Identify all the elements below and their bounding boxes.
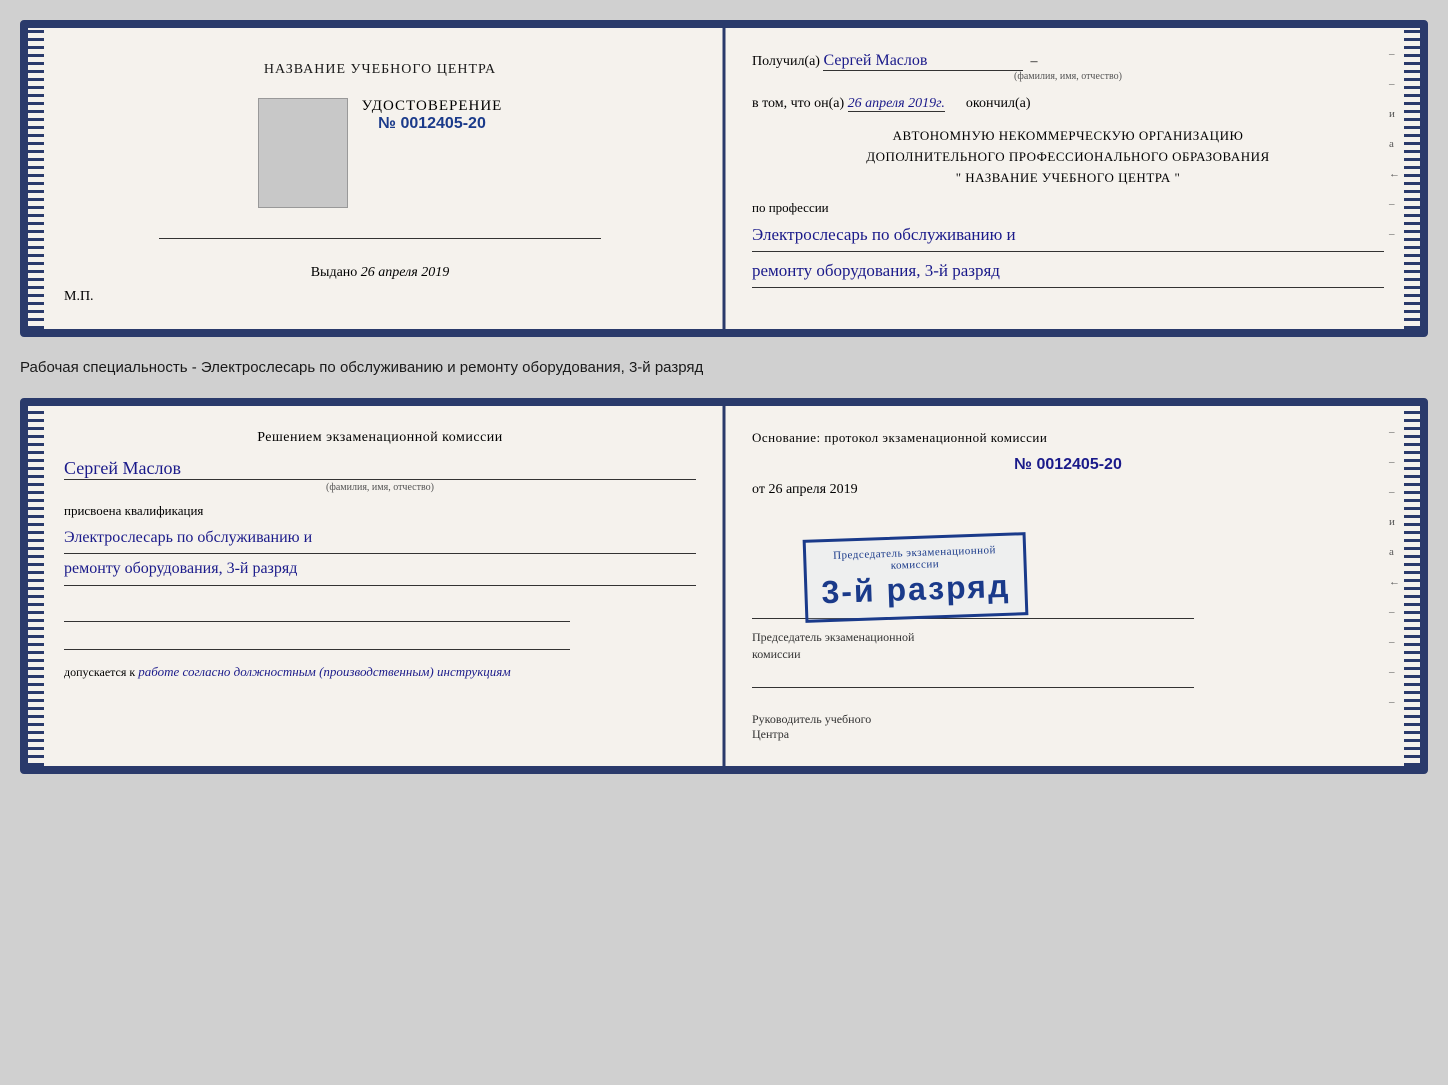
qualification-label: присвоена квалификация: [64, 503, 696, 519]
date-prefix: в том, что он(а): [752, 96, 844, 111]
issued-line: Выдано 26 апреля 2019: [311, 265, 450, 281]
protocol-date: от 26 апреля 2019: [752, 482, 1384, 498]
right-margin-labels-bottom: – – – и а ← – – – –: [1389, 426, 1400, 708]
cert-label: УДОСТОВЕРЕНИЕ: [362, 98, 503, 115]
date-prefix-bottom: от: [752, 482, 765, 497]
chairman-section: Председатель экзаменационной комиссии: [752, 618, 1384, 663]
margin-b-8: –: [1389, 636, 1400, 648]
basis-label: Основание: протокол экзаменационной коми…: [752, 430, 1384, 446]
org-line2: ДОПОЛНИТЕЛЬНОГО ПРОФЕССИОНАЛЬНОГО ОБРАЗО…: [866, 149, 1269, 164]
head-divider: [752, 687, 1194, 688]
certificate-section: УДОСТОВЕРЕНИЕ № 0012405-20: [258, 98, 503, 208]
protocol-number: № 0012405-20: [752, 456, 1384, 474]
head-label-2: Центра: [752, 727, 789, 741]
profession-line1: Электрослесарь по обслуживанию и: [752, 220, 1384, 252]
date-value-bottom: 26 апреля 2019: [768, 482, 857, 497]
margin-b-7: –: [1389, 606, 1400, 618]
admission-prefix: допускается к: [64, 665, 135, 679]
photo-placeholder: [258, 98, 348, 208]
top-center-title: НАЗВАНИЕ УЧЕБНОГО ЦЕНТРА: [264, 62, 496, 78]
bottom-right-panel: Основание: протокол экзаменационной коми…: [724, 406, 1420, 766]
sig-line-1: [64, 600, 570, 622]
between-label: Рабочая специальность - Электрослесарь п…: [20, 355, 1428, 380]
date-suffix: окончил(а): [966, 96, 1031, 111]
bottom-document: Решением экзаменационной комиссии Сергей…: [20, 398, 1428, 774]
profession-label: по профессии: [752, 200, 1384, 216]
org-line3: " НАЗВАНИЕ УЧЕБНОГО ЦЕНТРА ": [956, 170, 1181, 185]
stamp-box: Председатель экзаменационной комиссии 3-…: [803, 532, 1029, 623]
right-margin-labels: – – и а ← – –: [1389, 48, 1400, 240]
margin-char-3: и: [1389, 108, 1400, 120]
margin-b-6: ←: [1389, 576, 1400, 588]
chairman-label: Председатель экзаменационной комиссии: [752, 629, 1384, 663]
issued-prefix: Выдано: [311, 265, 358, 280]
profession-line2: ремонту оборудования, 3-й разряд: [752, 256, 1384, 288]
admission-text: работе согласно должностным (производств…: [138, 664, 510, 679]
stamp-line2-label: комиссии: [752, 647, 801, 661]
divider-line-1: [159, 238, 601, 239]
margin-b-1: –: [1389, 426, 1400, 438]
top-left-panel: НАЗВАНИЕ УЧЕБНОГО ЦЕНТРА УДОСТОВЕРЕНИЕ №…: [28, 28, 724, 329]
date-value: 26 апреля 2019г.: [848, 96, 945, 112]
date-line: в том, что он(а) 26 апреля 2019г. окончи…: [752, 96, 1384, 112]
number-value: 0012405-20: [1036, 456, 1121, 473]
cert-number: № 0012405-20: [378, 115, 486, 133]
cert-number-value: 0012405-20: [400, 115, 485, 132]
recipient-prefix: Получил(а): [752, 54, 820, 69]
qualification-line2: ремонту оборудования, 3-й разряд: [64, 554, 696, 585]
margin-char-1: –: [1389, 48, 1400, 60]
bottom-left-panel: Решением экзаменационной комиссии Сергей…: [28, 406, 724, 766]
person-name: Сергей Маслов: [64, 458, 696, 480]
top-document: НАЗВАНИЕ УЧЕБНОГО ЦЕНТРА УДОСТОВЕРЕНИЕ №…: [20, 20, 1428, 337]
sig-line-2: [64, 628, 570, 650]
cert-number-prefix: №: [378, 115, 396, 132]
org-line1: АВТОНОМНУЮ НЕКОММЕРЧЕСКУЮ ОРГАНИЗАЦИЮ: [893, 128, 1244, 143]
margin-b-10: –: [1389, 696, 1400, 708]
signature-lines: [64, 600, 696, 650]
margin-char-2: –: [1389, 78, 1400, 90]
mp-label: М.П.: [64, 289, 94, 305]
fio-subtitle-bottom: (фамилия, имя, отчество): [64, 482, 696, 493]
issued-date: 26 апреля 2019: [361, 265, 449, 280]
fio-subtitle-top: (фамилия, имя, отчество): [752, 71, 1384, 82]
top-right-panel: Получил(а) Сергей Маслов – (фамилия, имя…: [724, 28, 1420, 329]
certificate-info: УДОСТОВЕРЕНИЕ № 0012405-20: [362, 98, 503, 133]
qualification-line1: Электрослесарь по обслуживанию и: [64, 523, 696, 554]
stamp-line1-label: Председатель экзаменационной: [752, 630, 914, 644]
margin-b-2: –: [1389, 456, 1400, 468]
margin-b-4: и: [1389, 516, 1400, 528]
margin-char-5: ←: [1389, 168, 1400, 180]
page-wrapper: НАЗВАНИЕ УЧЕБНОГО ЦЕНТРА УДОСТОВЕРЕНИЕ №…: [20, 20, 1428, 774]
margin-char-4: а: [1389, 138, 1400, 150]
recipient-name: Сергей Маслов: [823, 52, 1023, 71]
admission-line: допускается к работе согласно должностны…: [64, 664, 696, 680]
number-prefix: №: [1014, 456, 1032, 473]
margin-char-7: –: [1389, 228, 1400, 240]
margin-b-5: а: [1389, 546, 1400, 558]
head-label-1: Руководитель учебного: [752, 712, 871, 726]
commission-title: Решением экзаменационной комиссии: [64, 430, 696, 446]
recipient-line: Получил(а) Сергей Маслов – (фамилия, имя…: [752, 52, 1384, 82]
margin-b-3: –: [1389, 486, 1400, 498]
head-label: Руководитель учебного Центра: [752, 712, 1384, 742]
head-section: Руководитель учебного Центра: [752, 687, 1384, 742]
margin-b-9: –: [1389, 666, 1400, 678]
org-block: АВТОНОМНУЮ НЕКОММЕРЧЕСКУЮ ОРГАНИЗАЦИЮ ДО…: [752, 126, 1384, 188]
margin-char-6: –: [1389, 198, 1400, 210]
stamp-grade: 3-й разряд: [821, 568, 1011, 611]
